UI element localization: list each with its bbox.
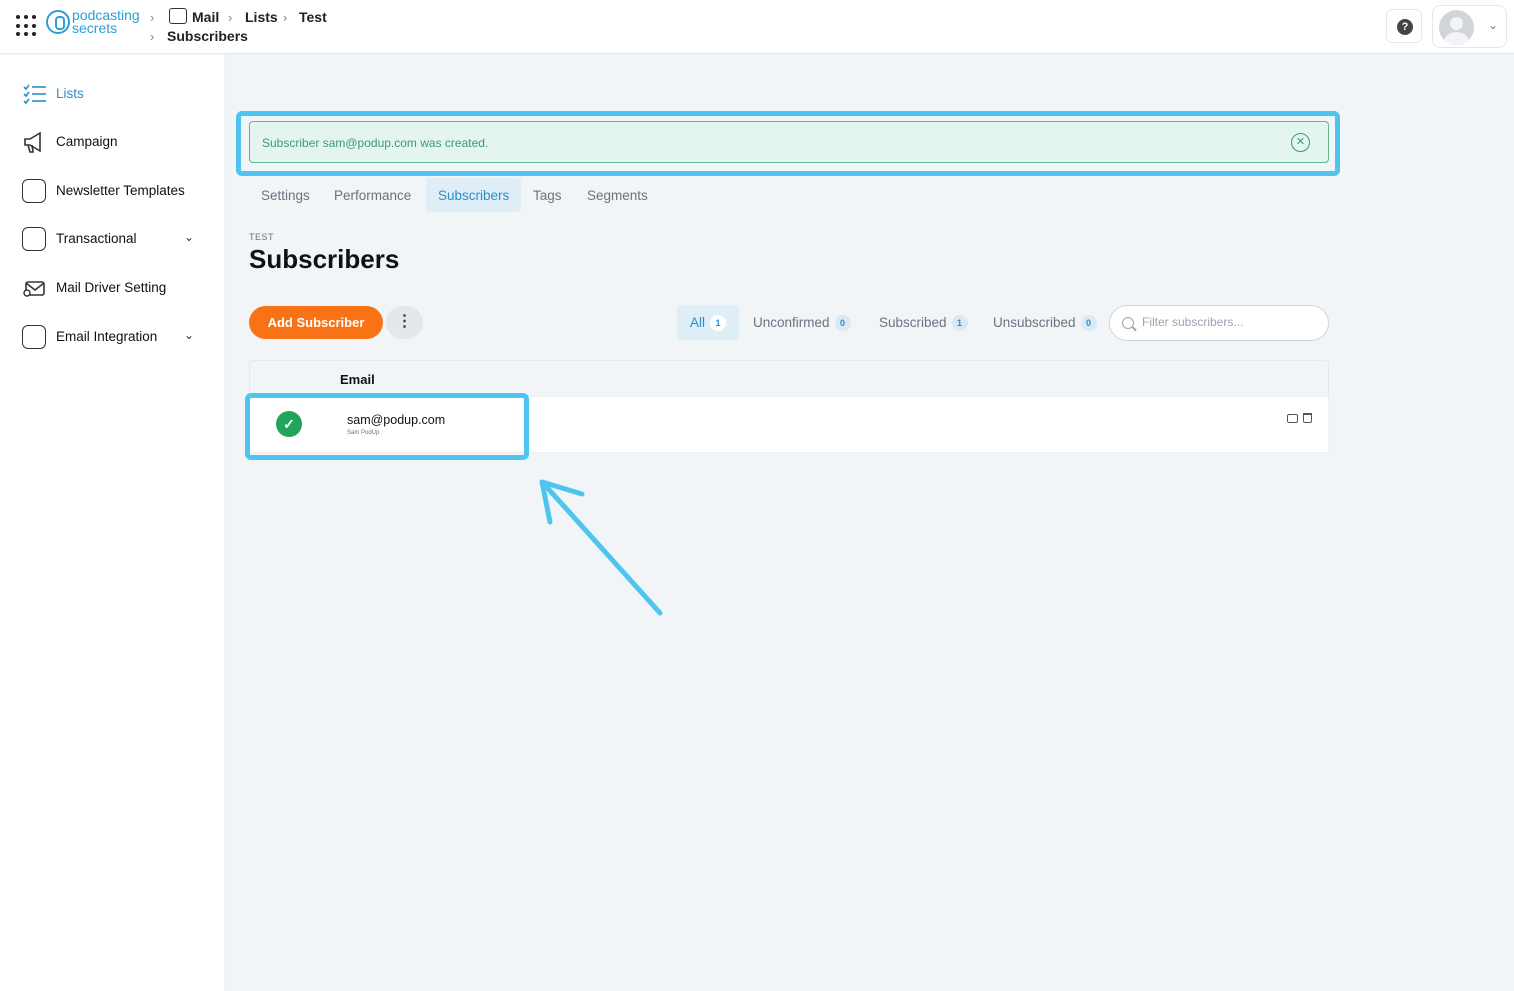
breadcrumb-separator-icon: › bbox=[150, 29, 155, 44]
sidebar: Lists Campaign Newsletter Templates Tran… bbox=[0, 55, 225, 991]
sidebar-item-campaign[interactable]: Campaign bbox=[22, 128, 202, 156]
add-subscriber-button[interactable]: Add Subscriber bbox=[249, 306, 383, 339]
newsletter-icon bbox=[22, 179, 46, 203]
inbox-icon bbox=[22, 227, 46, 251]
tab-subscribers[interactable]: Subscribers bbox=[426, 178, 522, 212]
chevron-down-icon: ⌄ bbox=[1488, 18, 1499, 32]
table-header: Email bbox=[249, 360, 1329, 396]
filter-label: Unconfirmed bbox=[753, 315, 830, 330]
sidebar-item-label: Newsletter Templates bbox=[56, 183, 185, 198]
count-badge: 1 bbox=[710, 315, 727, 331]
sidebar-item-label: Email Integration bbox=[56, 329, 158, 344]
mail-app-icon bbox=[169, 8, 187, 24]
breadcrumb-lists[interactable]: Lists bbox=[245, 9, 278, 25]
tab-performance[interactable]: Performance bbox=[322, 178, 423, 212]
sidebar-item-label: Transactional bbox=[56, 231, 137, 246]
page-title: Subscribers bbox=[249, 244, 400, 274]
filter-unsubscribed[interactable]: Unsubscribed 0 bbox=[993, 305, 1097, 340]
search-input[interactable] bbox=[1142, 315, 1322, 329]
filter-label: Subscribed bbox=[879, 315, 947, 330]
help-button[interactable]: ? bbox=[1386, 9, 1422, 43]
tab-settings[interactable]: Settings bbox=[249, 178, 322, 212]
sidebar-item-label: Campaign bbox=[56, 134, 118, 149]
breadcrumb-separator-icon: › bbox=[228, 10, 233, 25]
search-box bbox=[1109, 305, 1329, 341]
trash-icon[interactable] bbox=[1303, 413, 1312, 423]
breadcrumb-separator-icon: › bbox=[283, 10, 288, 25]
sidebar-item-newsletter-templates[interactable]: Newsletter Templates bbox=[22, 177, 202, 205]
megaphone-icon bbox=[24, 131, 41, 153]
filter-subscribed[interactable]: Subscribed 1 bbox=[879, 305, 968, 340]
mail-settings-icon bbox=[23, 281, 45, 297]
sidebar-item-email-integration[interactable]: Email Integration ⌄ bbox=[22, 323, 202, 351]
count-badge: 1 bbox=[951, 315, 968, 331]
sidebar-item-lists[interactable]: Lists bbox=[22, 80, 202, 108]
breadcrumb-test[interactable]: Test bbox=[299, 9, 327, 25]
filter-label: Unsubscribed bbox=[993, 315, 1076, 330]
annotation-arrow-icon bbox=[539, 479, 663, 616]
sidebar-item-mail-driver-setting[interactable]: Mail Driver Setting bbox=[22, 274, 202, 302]
count-badge: 0 bbox=[1080, 315, 1097, 331]
column-header-email[interactable]: Email bbox=[340, 372, 375, 387]
help-icon: ? bbox=[1397, 19, 1413, 35]
breadcrumb-separator-icon: › bbox=[150, 10, 155, 25]
top-bar: podcasting secrets › Mail › Lists › Test… bbox=[0, 0, 1514, 54]
podcast-logo-icon bbox=[46, 10, 70, 34]
inbox-icon bbox=[22, 325, 46, 349]
list-check-icon bbox=[23, 84, 46, 105]
brand-name: podcasting secrets bbox=[72, 7, 140, 36]
chevron-down-icon: ⌄ bbox=[184, 230, 195, 244]
search-icon bbox=[1122, 317, 1134, 329]
sidebar-item-label: Lists bbox=[56, 86, 84, 101]
breadcrumb-mail[interactable]: Mail bbox=[192, 9, 219, 25]
filter-label: All bbox=[690, 315, 706, 330]
user-menu-button[interactable]: ⌄ bbox=[1432, 5, 1507, 48]
annotation-highlight-alert bbox=[236, 111, 1340, 176]
edit-icon[interactable] bbox=[1287, 414, 1298, 423]
more-options-icon[interactable]: ⋮ bbox=[386, 306, 423, 339]
tab-segments[interactable]: Segments bbox=[575, 178, 660, 212]
breadcrumb-subscribers: Subscribers bbox=[167, 28, 248, 44]
sidebar-item-transactional[interactable]: Transactional ⌄ bbox=[22, 225, 202, 253]
filter-all[interactable]: All 1 bbox=[677, 305, 740, 340]
avatar bbox=[1439, 10, 1474, 45]
brand-logo[interactable]: podcasting secrets bbox=[46, 8, 146, 40]
tab-tags[interactable]: Tags bbox=[521, 178, 574, 212]
annotation-highlight-row bbox=[245, 393, 529, 460]
sidebar-item-label: Mail Driver Setting bbox=[56, 280, 167, 295]
chevron-down-icon: ⌄ bbox=[184, 328, 195, 342]
count-badge: 0 bbox=[834, 315, 851, 331]
filter-unconfirmed[interactable]: Unconfirmed 0 bbox=[753, 305, 851, 340]
page-eyebrow: TEST bbox=[249, 232, 275, 242]
apps-grid-icon[interactable] bbox=[16, 15, 38, 37]
